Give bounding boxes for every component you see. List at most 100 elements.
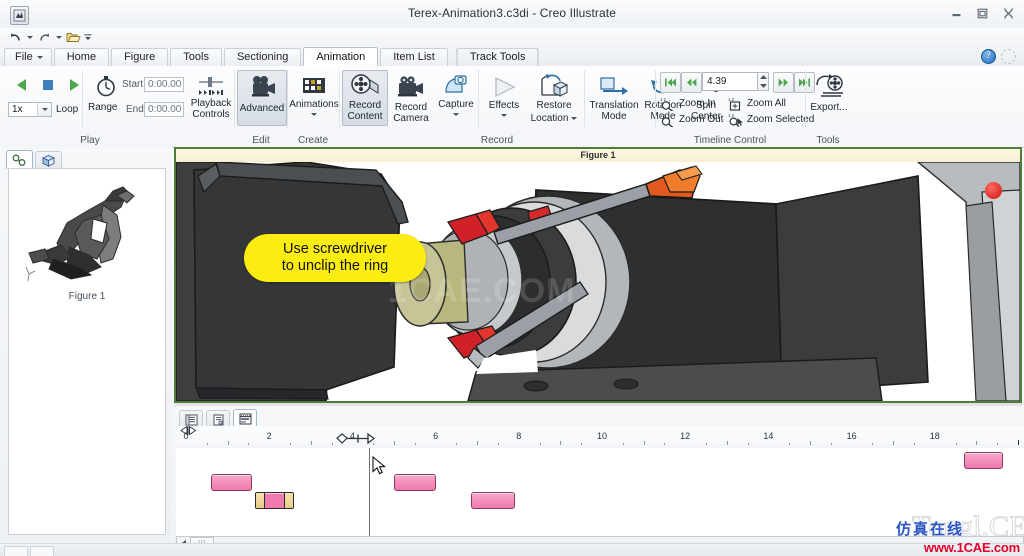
- keyframe-handle[interactable]: [284, 493, 294, 508]
- timeline-keyframe-block[interactable]: [210, 474, 253, 491]
- capture-button[interactable]: Capture: [434, 70, 478, 130]
- help-icon[interactable]: ?: [981, 49, 996, 64]
- previous-frame-button[interactable]: [681, 72, 702, 93]
- group-label-edit: Edit: [252, 135, 270, 146]
- zoom-all-button[interactable]: 1 2 Zoom All: [728, 96, 786, 111]
- advanced-label: Advanced: [239, 103, 285, 114]
- svg-text:1 2: 1 2: [660, 97, 667, 102]
- playback-controls-label-1: Playback: [190, 98, 232, 109]
- undo-icon[interactable]: [8, 29, 23, 45]
- record-camera-button[interactable]: Record Camera: [388, 70, 434, 126]
- ruler-label: 0: [183, 431, 189, 441]
- ribbon-group-play: 1x Loop Range Start: 0:00.00 End: 0:00.0…: [0, 66, 184, 147]
- step-back-button[interactable]: [10, 76, 34, 98]
- tab-item-list[interactable]: Item List: [380, 48, 448, 66]
- chevron-down-icon[interactable]: [501, 113, 507, 117]
- advanced-button[interactable]: Advanced: [237, 70, 287, 126]
- ruler-label: 8: [516, 431, 522, 441]
- export-button[interactable]: Export...: [806, 70, 852, 126]
- ruler-tick: [331, 443, 333, 445]
- tab-file[interactable]: File: [4, 48, 52, 66]
- next-frame-button[interactable]: [773, 72, 794, 93]
- playhead[interactable]: [368, 448, 370, 536]
- zoom-in-icon: 1 2: [660, 97, 674, 111]
- zoom-all-label: Zoom All: [747, 98, 786, 109]
- redo-icon[interactable]: [37, 29, 52, 45]
- undo-dropdown-icon[interactable]: [26, 29, 34, 45]
- ruler-label: 10: [596, 431, 608, 441]
- loop-label[interactable]: Loop: [56, 104, 78, 115]
- record-content-button[interactable]: Record Content: [342, 70, 388, 126]
- ruler-tick: [810, 441, 811, 445]
- tab-sectioning[interactable]: Sectioning: [223, 48, 302, 66]
- chevron-down-icon[interactable]: [311, 112, 317, 116]
- customize-qat-icon[interactable]: [84, 29, 92, 45]
- minimize-button[interactable]: [949, 7, 964, 20]
- viewport-canvas[interactable]: 1CAE.COM Use screwdriver to unclip the r…: [176, 162, 1020, 401]
- zoom-in-label: Zoom In: [679, 98, 716, 109]
- options-icon[interactable]: [1001, 49, 1016, 64]
- start-label: Start:: [122, 79, 146, 90]
- effects-button[interactable]: Effects: [482, 70, 526, 130]
- zoom-out-button[interactable]: 1 2 Zoom Out: [660, 112, 723, 127]
- go-to-start-button[interactable]: [660, 72, 681, 93]
- timeline-keyframe-block[interactable]: [470, 492, 515, 509]
- chevron-down-icon[interactable]: [571, 117, 578, 121]
- playback-controls-button[interactable]: Playback Controls: [186, 74, 236, 128]
- tab-home-label: Home: [66, 51, 97, 63]
- ruler-label: 6: [433, 431, 439, 441]
- zoom-all-icon: 1 2: [728, 97, 741, 111]
- zoom-selected-button[interactable]: 1 2 Zoom Selected: [728, 112, 814, 127]
- restore-location-button[interactable]: Restore Location: [526, 70, 582, 130]
- redo-dropdown-icon[interactable]: [55, 29, 63, 45]
- quick-access-toolbar: [0, 28, 1024, 48]
- timeline-ruler[interactable]: 0 2 4 6 8 10 12 14 16 18: [176, 426, 1024, 449]
- figures-list[interactable]: Figure 1: [8, 168, 166, 535]
- annotation-callout[interactable]: Use screwdriver to unclip the ring: [244, 234, 426, 282]
- stop-button[interactable]: [36, 76, 60, 98]
- tab-track-tools[interactable]: Track Tools: [455, 48, 540, 66]
- group-label-tools: Tools: [816, 135, 840, 146]
- ruler-tick: [290, 443, 291, 445]
- group-label-play: Play: [80, 135, 100, 146]
- zoom-in-button[interactable]: 1 2 Zoom In: [660, 96, 716, 111]
- timeline-keyframe-block[interactable]: [963, 452, 1004, 469]
- end-time-field[interactable]: 0:00.00: [144, 102, 184, 117]
- keyframe-handle[interactable]: [255, 493, 265, 508]
- animations-button[interactable]: Animations: [289, 70, 339, 130]
- model-tab[interactable]: [35, 151, 62, 169]
- tab-tools[interactable]: Tools: [170, 48, 222, 66]
- playback-speed-value: 1x: [12, 104, 23, 115]
- range-icon[interactable]: [88, 73, 124, 99]
- translation-mode-button[interactable]: Translation Mode: [588, 70, 640, 126]
- restore-location-label-2: Location: [530, 112, 569, 124]
- figures-tab[interactable]: [6, 150, 33, 169]
- tab-animation[interactable]: Animation: [303, 47, 379, 66]
- chevron-down-icon[interactable]: [37, 103, 51, 116]
- keyframe-body[interactable]: [265, 493, 284, 508]
- figures-icon: [12, 154, 25, 166]
- tab-home[interactable]: Home: [53, 48, 110, 66]
- figure-thumbnail[interactable]: [9, 171, 165, 301]
- timeline-keyframe-block[interactable]: [394, 474, 436, 491]
- ruler-label: 18: [929, 431, 940, 441]
- viewport[interactable]: Figure 1 1CAE.COM Use screwdriver to unc…: [174, 147, 1022, 403]
- range-handles[interactable]: [336, 433, 380, 446]
- viewport-title: Figure 1: [176, 149, 1020, 163]
- playback-speed-combo[interactable]: 1x: [8, 102, 52, 117]
- chevron-down-icon[interactable]: [453, 112, 459, 116]
- timeline-keyframe-block[interactable]: [254, 492, 295, 509]
- timeline-time-spinner[interactable]: [758, 72, 769, 91]
- tab-figure[interactable]: Figure: [111, 48, 169, 66]
- ruler-tick: [914, 443, 915, 445]
- open-icon[interactable]: [66, 29, 81, 45]
- tab-tools-label: Tools: [183, 51, 209, 63]
- start-time-field[interactable]: 0:00.00: [144, 77, 184, 92]
- timeline-time-field[interactable]: 4.39: [702, 72, 758, 91]
- ruler-tick: [789, 443, 791, 445]
- group-label-timeline-control: Timeline Control: [693, 135, 767, 146]
- title-bar: Terex-Animation3.c3di - Creo Illustrate: [0, 0, 1024, 29]
- ruler-label: 12: [680, 431, 691, 441]
- close-button[interactable]: [1001, 7, 1016, 20]
- restore-button[interactable]: [975, 7, 990, 20]
